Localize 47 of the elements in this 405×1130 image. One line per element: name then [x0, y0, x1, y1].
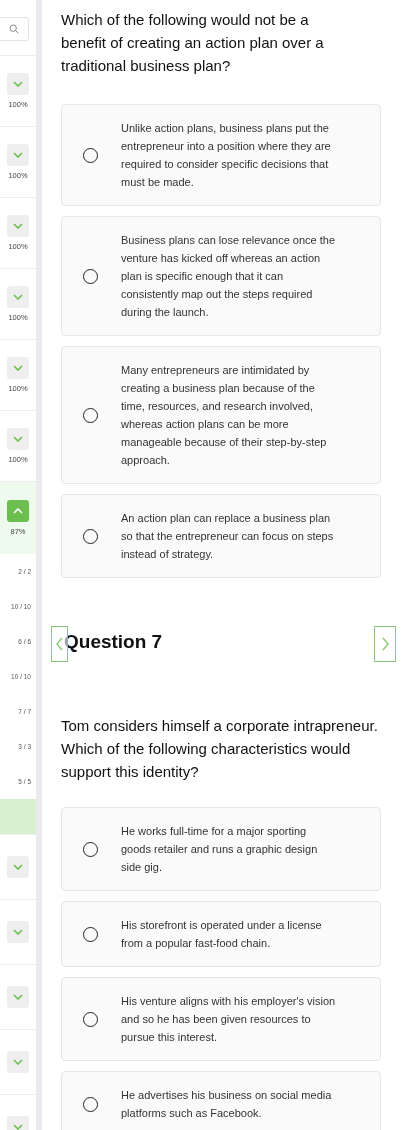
expand-button[interactable]	[7, 73, 29, 95]
expand-button[interactable]	[7, 286, 29, 308]
expand-button[interactable]	[7, 1051, 29, 1073]
chevron-down-icon	[13, 436, 23, 442]
chevron-down-icon	[13, 929, 23, 935]
expand-button[interactable]	[7, 986, 29, 1008]
chevron-down-icon	[13, 81, 23, 87]
expand-button[interactable]	[7, 357, 29, 379]
expand-button[interactable]	[7, 215, 29, 237]
question-text: Which of the following would not be a benefit of creating an action plan over a traditional business plan?	[61, 10, 325, 76]
chevron-down-icon	[13, 365, 23, 371]
search-field[interactable]	[0, 17, 29, 41]
answer-option[interactable]: An action plan can replace a business plan so that the entrepreneur can focus on steps instead of strategy.	[61, 494, 381, 578]
lesson-row[interactable]	[0, 799, 36, 834]
expand-button[interactable]	[7, 500, 29, 522]
option-text: An action plan can replace a business plan so that the entrepreneur can focus on steps instead of strategy.	[121, 511, 335, 562]
option-text: He advertises his business on social media platforms such as Facebook.	[121, 1088, 333, 1121]
option-text: Many entrepreneurs are intimidated by creating a business plan because of the time, resources, and research involved, whereas action plans can be more manageable because of their step-by-step approach.	[121, 363, 328, 468]
chevron-down-icon	[13, 1124, 23, 1130]
search-icon	[9, 24, 19, 34]
chevron-left-icon	[56, 637, 63, 651]
chevron-down-icon	[13, 294, 23, 300]
answer-option[interactable]: He works full-time for a major sporting goods retailer and runs a graphic design side gig.	[61, 807, 381, 891]
expand-button[interactable]	[7, 144, 29, 166]
option-text: His venture aligns with his employer's vision and so he has been given resources to pursue this interest.	[121, 994, 337, 1045]
chevron-right-icon	[381, 637, 389, 651]
expand-button[interactable]	[7, 428, 29, 450]
answer-option[interactable]: Business plans can lose relevance once the venture has kicked off whereas an action plan is specific enough that it can consistently map out the steps required during the launch.	[61, 216, 381, 336]
chevron-down-icon	[13, 152, 23, 158]
answer-option[interactable]	[61, 346, 381, 484]
answer-option[interactable]: His venture aligns with his employer's vision and so he has been given resources to pursue this interest.	[61, 977, 381, 1061]
chevron-down-icon	[13, 994, 23, 1000]
expand-button[interactable]	[7, 921, 29, 943]
chevron-down-icon	[13, 223, 23, 229]
chevron-down-icon	[13, 864, 23, 870]
next-button[interactable]	[374, 626, 396, 662]
option-text: He works full-time for a major sporting goods retailer and runs a graphic design side gig.	[121, 824, 319, 875]
answer-option[interactable]: Unlike action plans, business plans put the entrepreneur into a position where they are required to consider specific decisions that must be made.	[61, 104, 381, 206]
option-text: His storefront is operated under a license from a popular fast-food chain.	[121, 918, 323, 951]
question-text: Tom considers himself a corporate intrapreneur. Which of the following characteristics would support this identity?	[61, 716, 379, 782]
chevron-up-icon	[13, 508, 23, 514]
expand-button[interactable]	[7, 856, 29, 878]
answer-option[interactable]: He advertises his business on social media platforms such as Facebook.	[61, 1071, 381, 1130]
answer-option[interactable]: His storefront is operated under a license from a popular fast-food chain.	[61, 901, 381, 967]
option-text: Business plans can lose relevance once the venture has kicked off whereas an action plan is specific enough that it can consistently map out the steps required during the launch.	[121, 233, 337, 320]
chevron-down-icon	[13, 1059, 23, 1065]
option-text: Unlike action plans, business plans put the entrepreneur into a position where they are required to consider specific decisions that must be made.	[121, 121, 332, 190]
